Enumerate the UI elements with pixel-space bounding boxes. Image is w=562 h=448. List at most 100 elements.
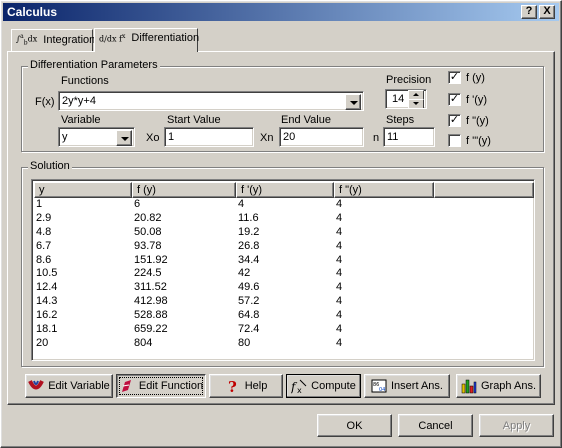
apply-button[interactable]: Apply bbox=[479, 414, 554, 437]
cell-fy: 224.5 bbox=[134, 267, 162, 280]
precision-value: 14 bbox=[392, 93, 405, 105]
precision-down-icon[interactable] bbox=[408, 99, 424, 108]
start-value-input[interactable]: 1 bbox=[164, 127, 254, 147]
cell-y: 2.9 bbox=[36, 211, 52, 224]
compute-button[interactable]: fx Compute bbox=[286, 374, 361, 398]
cell-fdoubleprime: 4 bbox=[336, 295, 343, 308]
cell-fprime: 57.2 bbox=[238, 295, 260, 308]
cell-fprime: 64.8 bbox=[238, 309, 260, 322]
cell-fdoubleprime: 4 bbox=[336, 253, 343, 266]
fx-compute-icon: fx bbox=[290, 378, 307, 395]
function-value: 2y*y+4 bbox=[62, 95, 96, 107]
cell-y: 18.1 bbox=[36, 323, 58, 336]
cell-y: 8.6 bbox=[36, 253, 52, 266]
end-value-label: End Value bbox=[281, 114, 331, 126]
precision-label: Precision bbox=[386, 74, 432, 86]
end-value-input[interactable]: 20 bbox=[279, 127, 364, 147]
help-button[interactable]: ? Help bbox=[209, 374, 283, 398]
tab-differentiation[interactable]: d/dx fx Differentiation bbox=[94, 28, 200, 52]
cell-fdoubleprime: 4 bbox=[336, 225, 343, 238]
table-row[interactable]: 10.5 224.5 42 4 bbox=[34, 267, 534, 281]
start-value-label: Start Value bbox=[167, 114, 221, 126]
cell-fprime: 80 bbox=[238, 336, 251, 349]
table-row[interactable]: 14.3 412.98 57.2 4 bbox=[34, 295, 534, 309]
edit-function-button[interactable]: Edit Function bbox=[116, 374, 206, 398]
column-header-fy[interactable]: f (y) bbox=[132, 182, 236, 198]
insert-ans-button[interactable]: 86 04 Insert Ans. bbox=[364, 374, 450, 398]
cell-fdoubleprime: 4 bbox=[336, 281, 343, 294]
close-button[interactable]: X bbox=[539, 5, 555, 19]
group-legend-solution: Solution bbox=[28, 160, 72, 172]
cell-fprime: 34.4 bbox=[238, 253, 260, 266]
cell-fdoubleprime: 4 bbox=[336, 239, 343, 252]
function-dropdown-arrow-icon[interactable] bbox=[345, 94, 361, 110]
table-row[interactable]: 18.1 659.22 72.4 4 bbox=[34, 323, 534, 337]
cell-fdoubleprime: 4 bbox=[336, 309, 343, 322]
variable-combobox[interactable]: y bbox=[58, 127, 135, 147]
table-row[interactable]: 8.6 151.92 34.4 4 bbox=[34, 254, 534, 268]
table-row[interactable]: 12.4 311.52 49.6 4 bbox=[34, 281, 534, 295]
cell-fprime: 11.6 bbox=[238, 211, 259, 224]
cell-fy: 20.82 bbox=[134, 211, 162, 224]
start-value-text: 1 bbox=[168, 131, 175, 143]
cell-fprime: 19.2 bbox=[238, 225, 260, 238]
variable-dropdown-arrow-icon[interactable] bbox=[116, 130, 132, 146]
cell-fprime: 49.6 bbox=[238, 281, 260, 294]
precision-spinner[interactable]: 14 bbox=[385, 89, 427, 109]
listview-header: y f (y) f '(y) f "(y) bbox=[34, 182, 534, 198]
cell-y: 6.7 bbox=[36, 239, 52, 252]
tab-differentiation-label: Differentiation bbox=[131, 32, 200, 45]
checkbox-fprime[interactable]: ✓ bbox=[448, 93, 461, 106]
column-header-fprime[interactable]: f '(y) bbox=[236, 182, 334, 198]
solution-listview[interactable]: y f (y) f '(y) f "(y) 1 6 4 4 2.9 20.82 11.6 4 4… bbox=[31, 179, 535, 361]
cell-fy: 311.52 bbox=[134, 281, 167, 294]
checkbox-fdoubleprime[interactable]: ✓ bbox=[448, 114, 461, 127]
column-header-empty[interactable] bbox=[434, 182, 534, 198]
cancel-button[interactable]: Cancel bbox=[398, 414, 473, 437]
compute-label: Compute bbox=[311, 380, 356, 392]
table-row[interactable]: 2.9 20.82 11.6 4 bbox=[34, 212, 534, 226]
table-row[interactable]: 6.7 93.78 26.8 4 bbox=[34, 240, 534, 254]
column-header-fdoubleprime[interactable]: f "(y) bbox=[334, 182, 434, 198]
question-icon: ? bbox=[225, 378, 241, 396]
bar-graph-icon bbox=[461, 378, 477, 394]
function-combobox[interactable]: 2y*y+4 bbox=[58, 91, 364, 111]
table-row[interactable]: 20 804 80 4 bbox=[34, 337, 534, 351]
insert-answer-icon: 86 04 bbox=[371, 378, 387, 394]
ok-label: OK bbox=[346, 419, 363, 432]
cell-y: 14.3 bbox=[36, 295, 58, 308]
title-bar[interactable]: Calculus ? X bbox=[3, 3, 559, 21]
checkbox-fy[interactable]: ✓ bbox=[448, 71, 461, 84]
n-label: n bbox=[373, 132, 380, 144]
steps-input[interactable]: 11 bbox=[383, 127, 435, 147]
cell-fdoubleprime: 4 bbox=[336, 211, 343, 224]
svg-text:04: 04 bbox=[379, 387, 385, 393]
cell-y: 20 bbox=[36, 336, 49, 349]
table-row[interactable]: 16.2 528.88 64.8 4 bbox=[34, 309, 534, 323]
cell-fy: 151.92 bbox=[134, 253, 168, 266]
function-pen-icon bbox=[119, 378, 135, 394]
svg-text:x: x bbox=[297, 386, 302, 394]
help-label: Help bbox=[244, 380, 268, 392]
column-header-y[interactable]: y bbox=[34, 182, 132, 198]
calculus-dialog: Calculus ? X ∫abdx Integration d/dx fx D… bbox=[0, 0, 562, 448]
steps-value: 11 bbox=[387, 131, 399, 143]
cell-y: 1 bbox=[36, 198, 43, 210]
cell-y: 16.2 bbox=[36, 309, 58, 322]
table-row[interactable]: 4.8 50.08 19.2 4 bbox=[34, 226, 534, 240]
group-legend-parameters: Differentiation Parameters bbox=[28, 59, 160, 71]
edit-variable-button[interactable]: Edit Variable bbox=[25, 374, 113, 398]
end-value-text: 20 bbox=[283, 131, 296, 143]
functions-label: Functions bbox=[61, 75, 109, 87]
graph-ans-button[interactable]: Graph Ans. bbox=[456, 374, 541, 398]
cancel-label: Cancel bbox=[418, 419, 453, 432]
ok-button[interactable]: OK bbox=[317, 414, 392, 437]
cell-fy: 412.98 bbox=[134, 295, 168, 308]
cell-fy: 804 bbox=[134, 336, 153, 349]
table-row[interactable]: 1644 bbox=[34, 198, 534, 212]
checkbox-ftripleprime[interactable] bbox=[448, 134, 461, 147]
tab-integration[interactable]: ∫abdx Integration bbox=[11, 29, 95, 51]
integral-icon: ∫abdx bbox=[16, 33, 38, 47]
cell-y: 4.8 bbox=[36, 225, 52, 238]
help-title-button[interactable]: ? bbox=[521, 5, 537, 19]
